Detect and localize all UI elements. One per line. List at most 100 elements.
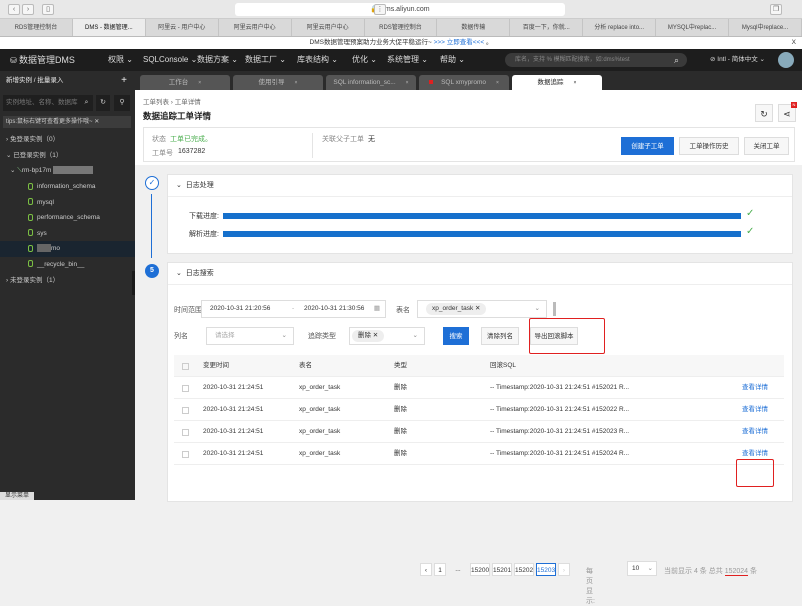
workspace-tab-4[interactable]: 数据追踪×: [512, 75, 602, 90]
close-ticket-button[interactable]: 关闭工单: [744, 137, 789, 155]
workspace-tab-1[interactable]: 使用引导×: [233, 75, 323, 90]
nav-menu-0[interactable]: 权限 ⌄: [108, 49, 133, 71]
group-not-logged-in[interactable]: › 未登录实例（1）: [0, 273, 135, 289]
database-item[interactable]: information_schema: [0, 179, 135, 195]
page-button[interactable]: 15203: [536, 563, 556, 576]
close-tips-icon[interactable]: ✕: [94, 119, 99, 125]
highlight-box: [736, 459, 774, 487]
breadcrumb-list[interactable]: 工单列表: [143, 99, 169, 106]
log-process-header[interactable]: ⌄ 日志处理: [168, 175, 792, 197]
scrollbar-thumb[interactable]: [553, 302, 556, 316]
table-name-label: 表名: [396, 305, 410, 315]
nav-menu-6[interactable]: 系统管理 ⌄: [387, 49, 428, 71]
per-page-select[interactable]: 10⌄: [627, 561, 657, 576]
nav-menu-3[interactable]: 数据工厂 ⌄: [245, 49, 286, 71]
prev-page-button[interactable]: ‹: [420, 563, 432, 576]
view-details-link[interactable]: 查看详情: [742, 377, 768, 399]
banner-link[interactable]: >>> 立即查看<<<: [434, 39, 485, 46]
page-button[interactable]: 15202: [514, 563, 534, 576]
column-select[interactable]: 请选择⌄: [206, 327, 294, 345]
nav-menu-1[interactable]: SQLConsole ⌄: [143, 49, 197, 71]
log-search-section: ⌄ 日志搜索 时间范围 2020-10-31 21:20:56-2020-10-…: [167, 262, 793, 502]
search-button[interactable]: 搜索: [443, 327, 469, 345]
group-passwordless[interactable]: › 免登录实例（0）: [0, 132, 135, 148]
browser-tab[interactable]: Mysql中replace...: [729, 19, 802, 36]
instance-item[interactable]: ⌄ ⟍rm-bp17m: [0, 163, 135, 179]
ticket-history-button[interactable]: 工单操作历史: [679, 137, 739, 155]
step-complete-icon: ✓: [145, 176, 159, 190]
browser-tab[interactable]: RDS管理控制台: [0, 19, 73, 36]
page-button[interactable]: 15201: [492, 563, 512, 576]
filter-icon[interactable]: ⚲: [114, 95, 130, 111]
close-banner-button[interactable]: X: [792, 37, 796, 49]
avatar[interactable]: [778, 52, 794, 68]
view-details-link[interactable]: 查看详情: [742, 421, 768, 443]
database-item[interactable]: mo: [0, 241, 135, 257]
log-search-header[interactable]: ⌄ 日志搜索: [168, 263, 792, 285]
sidebar-toggle-button[interactable]: ▯: [42, 4, 54, 15]
nav-menu-4[interactable]: 库表结构 ⌄: [297, 49, 338, 71]
nav-menu-7[interactable]: 帮助 ⌄: [440, 49, 465, 71]
browser-tab[interactable]: 数据传输: [437, 19, 510, 36]
search-icon[interactable]: ⌕: [80, 95, 93, 111]
tabs-overview-button[interactable]: ❐: [770, 4, 782, 15]
browser-tab[interactable]: MYSQL中replac...: [656, 19, 729, 36]
clear-columns-button[interactable]: 清除列名: [481, 327, 519, 345]
share-button[interactable]: ⋖N: [778, 104, 796, 122]
database-item[interactable]: sys: [0, 226, 135, 242]
show-menu-button[interactable]: 显示菜单: [0, 492, 34, 500]
database-item[interactable]: performance_schema: [0, 210, 135, 226]
back-button[interactable]: ‹: [8, 4, 20, 15]
cell-sql: -- Timestamp:2020-10-31 21:24:51 #152021…: [490, 377, 629, 399]
tab-close-icon[interactable]: ×: [198, 80, 201, 86]
logo[interactable]: ⛁ 数据管理DMS: [10, 49, 75, 72]
extensions-icon[interactable]: ⋮: [374, 4, 386, 15]
per-page-value: 10: [632, 565, 639, 572]
browser-tab[interactable]: 阿里云 - 用户中心: [146, 19, 219, 36]
workspace-tab-3[interactable]: SQL xmypromo×: [419, 75, 509, 90]
workspace-tab-2[interactable]: SQL information_sc...×: [326, 75, 416, 90]
refresh-icon[interactable]: ↻: [96, 95, 110, 111]
url-text: dms.aliyun.com: [381, 6, 430, 13]
browser-tab[interactable]: RDS管理控制台: [365, 19, 438, 36]
tab-close-icon[interactable]: ×: [574, 80, 577, 86]
page-button[interactable]: 15200: [470, 563, 490, 576]
browser-tab[interactable]: 阿里云用户中心: [292, 19, 365, 36]
page-button[interactable]: 1: [434, 563, 446, 576]
time-range-picker[interactable]: 2020-10-31 21:20:56-2020-10-31 21:30:56▦: [201, 300, 386, 318]
plus-icon[interactable]: +: [121, 73, 127, 89]
row-checkbox[interactable]: [182, 429, 189, 436]
refresh-button[interactable]: ↻: [755, 104, 773, 122]
instance-search-input[interactable]: 实例地址、名称、数据库: [3, 95, 80, 111]
address-bar[interactable]: 🔒 dms.aliyun.com: [235, 3, 565, 16]
trace-type-select[interactable]: 删除 ✕⌄: [349, 327, 425, 345]
browser-tab[interactable]: 分析 replace into...: [583, 19, 656, 36]
database-item[interactable]: __recycle_bin__: [0, 257, 135, 273]
row-checkbox[interactable]: [182, 451, 189, 458]
row-checkbox[interactable]: [182, 407, 189, 414]
search-icon[interactable]: ⌕: [674, 53, 679, 67]
nav-menu-5[interactable]: 优化 ⌄: [352, 49, 377, 71]
nav-menu-2[interactable]: 数据方案 ⌄: [197, 49, 238, 71]
redacted-block: [37, 244, 51, 252]
language-switch[interactable]: ⊘ Intl - 简体中文 ⌄: [710, 49, 765, 71]
browser-tab[interactable]: 百度一下，你就...: [510, 19, 583, 36]
tab-close-icon[interactable]: ×: [295, 80, 298, 86]
create-subticket-button[interactable]: 创建子工单: [621, 137, 674, 155]
add-instance-link[interactable]: 新增实例 / 批量录入+: [0, 73, 135, 89]
browser-tab[interactable]: 阿里云用户中心: [219, 19, 292, 36]
browser-tab[interactable]: DMS - 数据管理...: [73, 19, 146, 36]
forward-button[interactable]: ›: [22, 4, 34, 15]
select-all-checkbox[interactable]: [182, 363, 189, 370]
group-logged-in[interactable]: ⌄ 已登录实例（1）: [0, 148, 135, 164]
database-item[interactable]: mysql: [0, 195, 135, 211]
next-page-button[interactable]: ›: [558, 563, 570, 576]
row-checkbox[interactable]: [182, 385, 189, 392]
remove-tag-icon[interactable]: ✕: [475, 305, 480, 312]
db-search-input[interactable]: 库名，支持 % 模糊匹配搜索，如:dms%test⌕: [505, 53, 687, 67]
table-name-select[interactable]: xp_order_task ✕⌄: [417, 300, 547, 318]
workspace-tab-0[interactable]: 工作台×: [140, 75, 230, 90]
view-details-link[interactable]: 查看详情: [742, 399, 768, 421]
tab-close-icon[interactable]: ×: [496, 80, 499, 86]
tab-close-icon[interactable]: ×: [406, 80, 409, 86]
